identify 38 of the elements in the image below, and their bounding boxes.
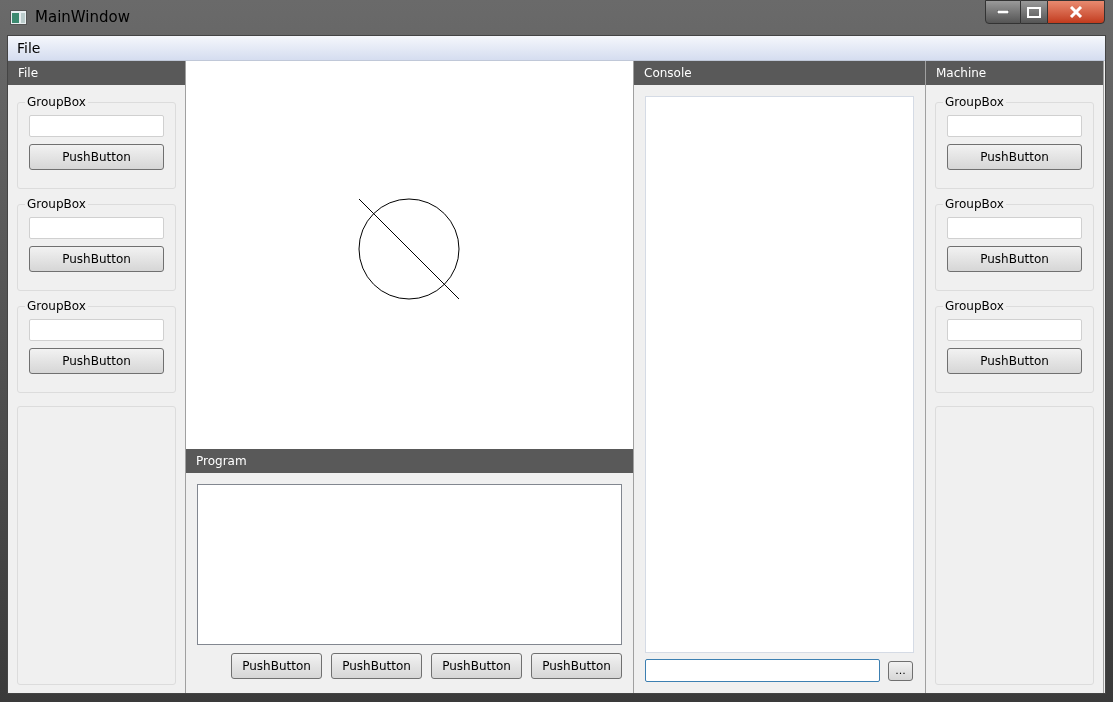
dock-title: File (8, 61, 185, 85)
group-box-title: GroupBox (25, 298, 88, 314)
window-title: MainWindow (35, 7, 130, 29)
console-input[interactable] (645, 659, 880, 682)
dock-title: Console (634, 61, 925, 85)
push-button[interactable]: PushButton (947, 348, 1082, 374)
close-icon (1069, 6, 1083, 18)
push-button[interactable]: PushButton (947, 246, 1082, 272)
group-box-title: GroupBox (25, 196, 88, 212)
push-button[interactable]: PushButton (231, 653, 322, 679)
text-field[interactable] (947, 115, 1082, 137)
text-field[interactable] (29, 319, 164, 341)
group-box-title: GroupBox (943, 94, 1006, 110)
group-box-title: GroupBox (25, 94, 88, 110)
maximize-icon (1027, 6, 1041, 18)
minimize-icon (997, 10, 1009, 14)
text-field[interactable] (29, 217, 164, 239)
program-text-area[interactable] (197, 484, 622, 645)
push-button[interactable]: PushButton (531, 653, 622, 679)
dock-title: Machine (926, 61, 1103, 85)
group-box-title: GroupBox (943, 196, 1006, 212)
push-button[interactable]: PushButton (431, 653, 522, 679)
maximize-button[interactable] (1021, 0, 1047, 24)
close-button[interactable] (1047, 0, 1105, 24)
app-icon (10, 10, 27, 25)
text-field[interactable] (947, 217, 1082, 239)
group-box-title: GroupBox (943, 298, 1006, 314)
text-field[interactable] (29, 115, 164, 137)
dock-title: Program (186, 449, 633, 473)
text-field[interactable] (947, 319, 1082, 341)
push-button[interactable]: PushButton (29, 348, 164, 374)
push-button[interactable]: PushButton (29, 246, 164, 272)
push-button[interactable]: PushButton (331, 653, 422, 679)
browse-button[interactable]: ... (888, 660, 913, 681)
minimize-button[interactable] (985, 0, 1021, 24)
push-button[interactable]: PushButton (947, 144, 1082, 170)
menu-item[interactable]: File (8, 37, 50, 59)
push-button[interactable]: PushButton (29, 144, 164, 170)
